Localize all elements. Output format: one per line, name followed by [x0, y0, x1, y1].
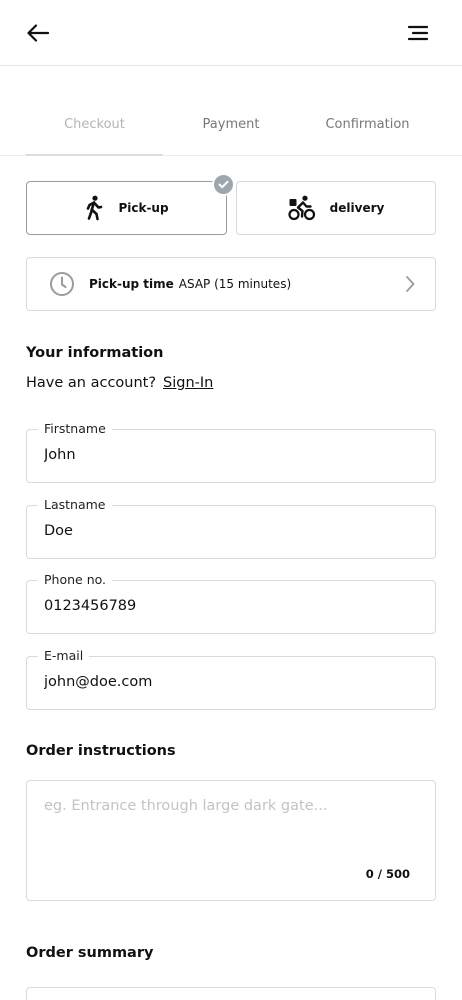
order-instructions-heading: Order instructions	[26, 743, 176, 759]
pickup-time-selector[interactable]: Pick-up time ASAP (15 minutes)	[26, 257, 436, 311]
checkmark-icon	[218, 180, 229, 189]
tab-checkout[interactable]: Checkout	[26, 108, 163, 156]
arrow-left-icon	[27, 24, 49, 42]
tab-confirmation[interactable]: Confirmation	[299, 108, 436, 156]
pickup-time-label: Pick-up time	[89, 277, 174, 291]
firstname-input[interactable]	[44, 447, 414, 463]
order-instructions-box: 0 / 500	[26, 780, 436, 901]
lastname-field: Lastname	[26, 497, 436, 559]
pickup-option-button[interactable]: Pick-up	[26, 181, 227, 235]
phone-label: Phone no.	[38, 572, 113, 587]
sign-in-link[interactable]: Sign-In	[163, 375, 213, 391]
pickup-time-value: ASAP (15 minutes)	[178, 277, 292, 291]
order-instructions-textarea[interactable]	[44, 798, 416, 858]
pickup-option-label: Pick-up	[118, 201, 169, 215]
delivery-option-label: delivery	[329, 201, 385, 215]
your-information-heading: Your information	[26, 345, 164, 361]
phone-input[interactable]	[44, 598, 414, 614]
email-label: E-mail	[38, 648, 90, 663]
email-field: E-mail	[26, 648, 436, 710]
account-prompt-row: Have an account? Sign-In	[26, 375, 213, 391]
back-button[interactable]	[22, 18, 54, 48]
selected-check-badge	[212, 173, 235, 196]
lastname-input[interactable]	[44, 523, 414, 539]
account-prompt-text: Have an account?	[26, 375, 157, 391]
order-summary-heading: Order summary	[26, 945, 154, 961]
phone-field: Phone no.	[26, 572, 436, 634]
menu-button[interactable]	[402, 18, 434, 48]
order-summary-box	[26, 987, 436, 1000]
checkout-steps-tabs: Checkout Payment Confirmation	[0, 108, 462, 156]
delivery-option-button[interactable]: delivery	[236, 181, 436, 235]
email-input[interactable]	[44, 674, 414, 690]
walking-person-icon	[84, 195, 104, 221]
tab-payment[interactable]: Payment	[163, 108, 299, 156]
firstname-field: Firstname	[26, 421, 436, 483]
clock-icon	[50, 272, 74, 296]
chevron-right-icon	[406, 276, 415, 292]
menu-icon	[407, 25, 429, 41]
top-bar	[0, 0, 462, 66]
firstname-label: Firstname	[38, 421, 112, 436]
character-counter: 0 / 500	[365, 867, 410, 881]
cyclist-icon	[288, 195, 316, 221]
lastname-label: Lastname	[38, 497, 112, 512]
